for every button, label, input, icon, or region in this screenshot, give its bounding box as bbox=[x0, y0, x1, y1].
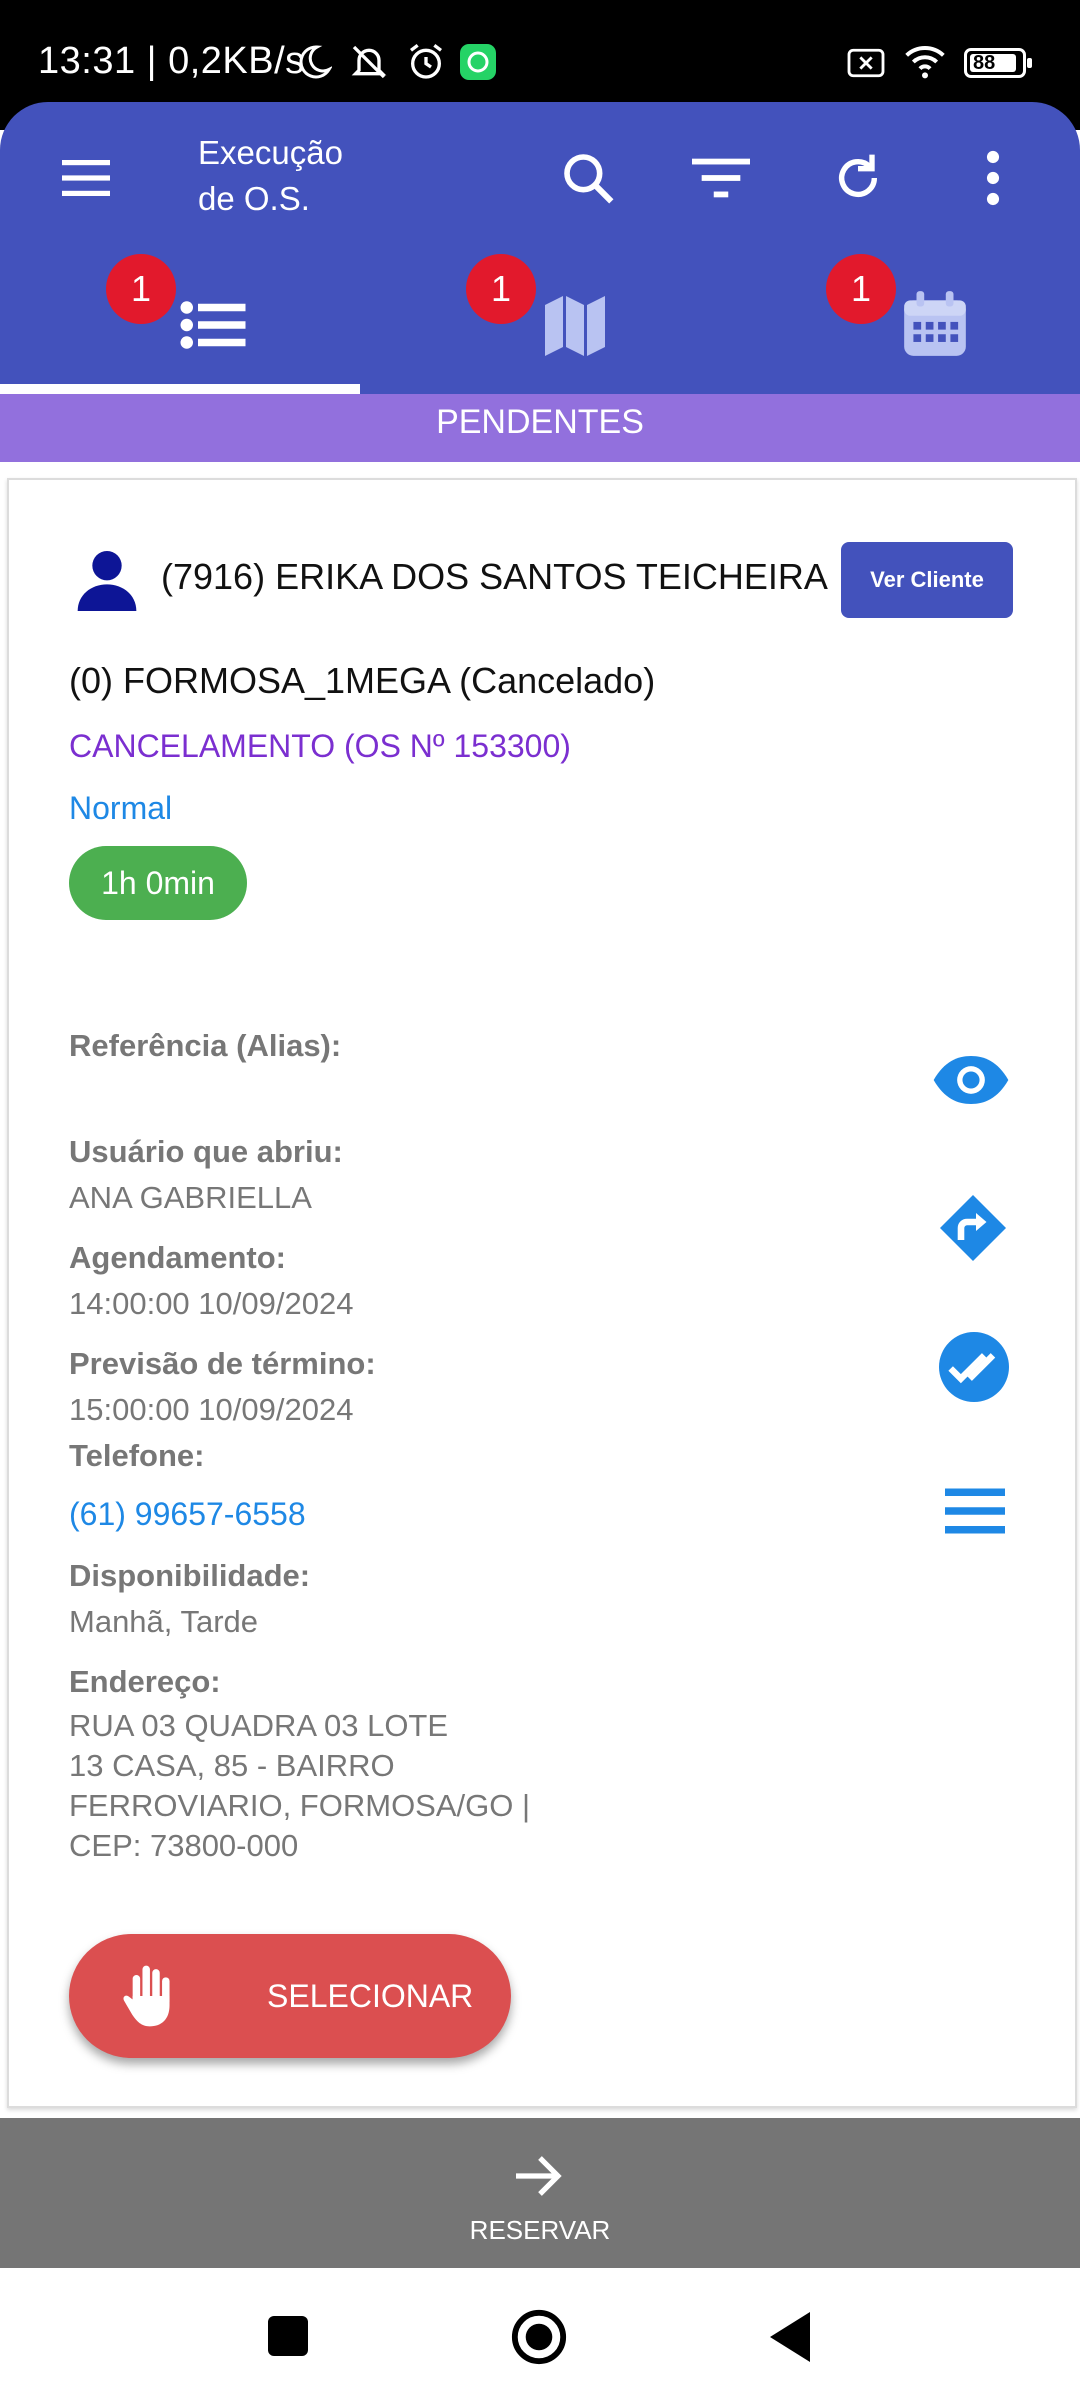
previsao-label: Previsão de término: bbox=[69, 1346, 376, 1381]
select-label: SELECIONAR bbox=[267, 1978, 474, 2014]
tab-indicator bbox=[0, 384, 360, 394]
endereco-label: Endereço: bbox=[69, 1664, 221, 1699]
recents-icon[interactable] bbox=[268, 2316, 308, 2356]
page-title: Execução de O.S. bbox=[198, 130, 343, 222]
ver-cliente-button[interactable]: Ver Cliente bbox=[841, 542, 1013, 618]
endereco-line: RUA 03 QUADRA 03 LOTE bbox=[69, 1708, 449, 1743]
endereco-value: RUA 03 QUADRA 03 LOTE 13 CASA, 85 - BAIR… bbox=[69, 1706, 530, 1866]
system-nav-bar bbox=[0, 2268, 1080, 2400]
select-button[interactable]: SELECIONAR bbox=[69, 1934, 511, 2058]
alarm-icon bbox=[410, 44, 442, 79]
previsao-value: 15:00:00 10/09/2024 bbox=[69, 1392, 354, 1427]
priority: Normal bbox=[69, 790, 173, 826]
usuario-label: Usuário que abriu: bbox=[69, 1134, 343, 1169]
sim-off-icon bbox=[847, 48, 885, 78]
endereco-line: FERROVIARIO, FORMOSA/GO | bbox=[69, 1788, 531, 1823]
eye-icon[interactable] bbox=[931, 1052, 1011, 1108]
telefone-link[interactable]: (61) 99657-6558 bbox=[69, 1496, 306, 1533]
battery-icon: 88 bbox=[964, 48, 1032, 78]
menu-lines-icon[interactable] bbox=[945, 1488, 1005, 1534]
person-icon bbox=[77, 551, 137, 611]
tab-list-badge: 1 bbox=[106, 254, 176, 324]
telefone-label: Telefone: bbox=[69, 1438, 205, 1473]
page-title-line1: Execução bbox=[198, 134, 343, 171]
wifi-icon bbox=[905, 46, 945, 79]
page-title-line2: de O.S. bbox=[198, 180, 310, 217]
battery-level: 88 bbox=[973, 52, 996, 74]
agendamento-value: 14:00:00 10/09/2024 bbox=[69, 1286, 354, 1321]
map-icon bbox=[545, 296, 605, 356]
more-vert-icon[interactable] bbox=[978, 150, 1008, 206]
moon-icon bbox=[299, 45, 332, 79]
client-name: (7916) ERIKA DOS SANTOS TEICHEIRA bbox=[161, 556, 828, 597]
disponibilidade-label: Disponibilidade: bbox=[69, 1558, 311, 1593]
duration-badge: 1h 0min bbox=[69, 846, 247, 920]
arrow-right-icon bbox=[516, 2156, 562, 2196]
bell-off-icon bbox=[351, 45, 387, 79]
filter-icon[interactable] bbox=[692, 158, 750, 198]
app-bar bbox=[0, 102, 1080, 252]
order-card: (7916) ERIKA DOS SANTOS TEICHEIRA Ver Cl… bbox=[7, 478, 1077, 2108]
reserve-label: RESERVAR bbox=[469, 2215, 611, 2245]
tab-calendar[interactable]: 1 bbox=[720, 252, 1080, 394]
done-all-icon[interactable] bbox=[939, 1332, 1009, 1402]
home-icon[interactable] bbox=[510, 2308, 568, 2366]
order-type: CANCELAMENTO (OS Nº 153300) bbox=[69, 728, 571, 764]
whatsapp-icon bbox=[460, 44, 496, 80]
disponibilidade-value: Manhã, Tarde bbox=[69, 1604, 258, 1639]
tab-calendar-badge: 1 bbox=[826, 254, 896, 324]
endereco-line: 13 CASA, 85 - BAIRRO bbox=[69, 1748, 395, 1783]
endereco-line: CEP: 73800-000 bbox=[69, 1828, 299, 1863]
tab-bar: 1 1 1 bbox=[0, 252, 1080, 394]
directions-icon[interactable] bbox=[937, 1192, 1009, 1264]
agendamento-label: Agendamento: bbox=[69, 1240, 286, 1275]
plan-name: (0) FORMOSA_1MEGA (Cancelado) bbox=[69, 660, 656, 701]
list-icon bbox=[180, 301, 246, 349]
status-time-speed: 13:31 | 0,2KB/s bbox=[38, 40, 305, 82]
section-title: PENDENTES bbox=[0, 394, 1080, 462]
menu-icon[interactable] bbox=[62, 158, 110, 198]
referencia-label: Referência (Alias): bbox=[69, 1028, 342, 1063]
back-icon[interactable] bbox=[770, 2312, 810, 2362]
refresh-icon[interactable] bbox=[830, 150, 886, 206]
tab-map[interactable]: 1 bbox=[360, 252, 720, 394]
calendar-icon bbox=[904, 291, 966, 356]
usuario-value: ANA GABRIELLA bbox=[69, 1180, 312, 1215]
hand-icon bbox=[123, 1965, 170, 2027]
tab-map-badge: 1 bbox=[466, 254, 536, 324]
search-icon[interactable] bbox=[560, 150, 616, 206]
tab-list[interactable]: 1 bbox=[0, 252, 360, 394]
